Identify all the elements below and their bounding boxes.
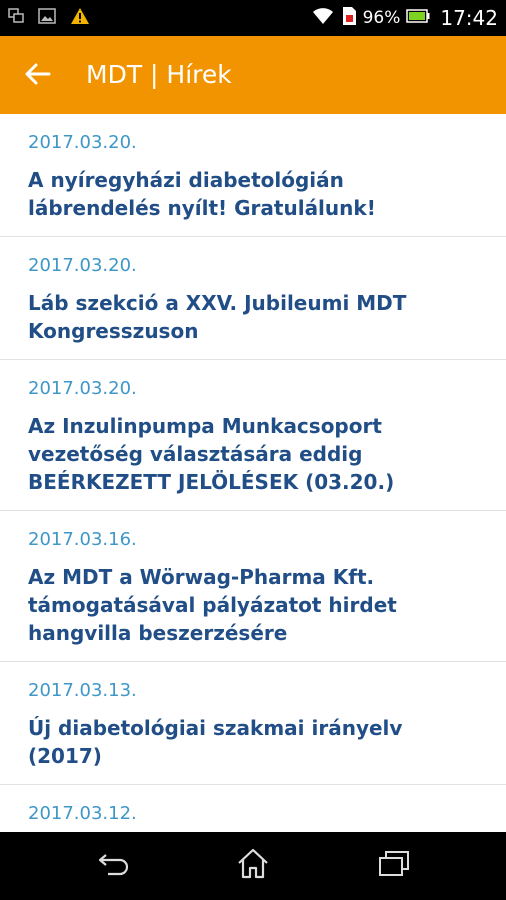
- back-nav-icon: [96, 851, 132, 881]
- recent-apps-icon: [377, 850, 411, 882]
- gallery-icon: [38, 8, 56, 28]
- navigation-bar: [0, 832, 506, 900]
- news-title: Láb szekció a XXV. Jubileumi MDT Kongres…: [28, 291, 407, 343]
- news-item[interactable]: 2017.03.20. A nyíregyházi diabetológián …: [0, 114, 506, 237]
- news-list[interactable]: 2017.03.20. A nyíregyházi diabetológián …: [0, 114, 506, 832]
- page-title: MDT | Hírek: [86, 60, 232, 89]
- news-item[interactable]: 2017.03.13. Új diabetológiai szakmai irá…: [0, 662, 506, 785]
- screenshot-icon: [8, 8, 24, 28]
- news-date: 2017.03.20.: [28, 255, 137, 276]
- nav-home-button[interactable]: [231, 846, 275, 886]
- news-date: 2017.03.13.: [28, 680, 137, 701]
- news-item[interactable]: 2017.03.20. Láb szekció a XXV. Jubileumi…: [0, 237, 506, 360]
- arrow-left-icon: [25, 63, 51, 89]
- news-date: 2017.03.20.: [28, 378, 137, 399]
- news-title: Az Inzulinpumpa Munkacsoport vezetőség v…: [28, 414, 395, 494]
- news-title: A nyíregyházi diabetológián lábrendelés …: [28, 168, 376, 220]
- status-left-icons: [8, 0, 90, 36]
- home-icon: [236, 848, 270, 884]
- clock: 17:42: [440, 6, 498, 30]
- news-item[interactable]: 2017.03.16. Az MDT a Wörwag-Pharma Kft. …: [0, 511, 506, 662]
- news-date: 2017.03.16.: [28, 529, 137, 550]
- news-title: Új diabetológiai szakmai irányelv (2017): [28, 716, 403, 768]
- wifi-icon: [311, 6, 335, 30]
- battery-icon: [406, 8, 430, 28]
- news-date: 2017.03.20.: [28, 132, 137, 153]
- status-right-icons: 96% 17:42: [311, 0, 498, 36]
- news-title: Az MDT a Wörwag-Pharma Kft. támogatásáva…: [28, 565, 397, 645]
- nav-recent-apps-button[interactable]: [372, 846, 416, 886]
- battery-percent: 96%: [362, 8, 401, 28]
- news-date: 2017.03.12.: [28, 803, 137, 824]
- back-button[interactable]: [20, 58, 56, 94]
- nav-back-button[interactable]: [92, 846, 136, 886]
- status-bar: 96% 17:42: [0, 0, 506, 36]
- news-item[interactable]: 2017.03.12.: [0, 785, 506, 832]
- app-bar: MDT | Hírek: [0, 36, 506, 114]
- warning-icon: [70, 7, 90, 29]
- news-item[interactable]: 2017.03.20. Az Inzulinpumpa Munkacsoport…: [0, 360, 506, 511]
- sim-icon: [341, 6, 357, 30]
